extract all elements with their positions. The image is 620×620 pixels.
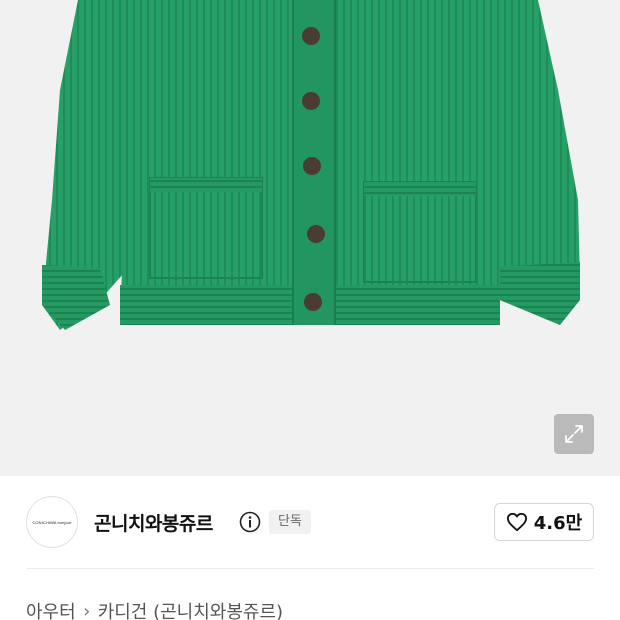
heart-icon	[506, 512, 527, 532]
like-button[interactable]: 4.6만	[494, 503, 594, 541]
exclusive-badge: 단독	[269, 510, 311, 534]
like-count: 4.6만	[533, 513, 583, 534]
expand-icon	[565, 425, 583, 443]
breadcrumb-item-outer[interactable]: 아우터	[26, 598, 76, 620]
brand-name[interactable]: 곤니치와봉쥬르	[94, 509, 213, 536]
chevron-right-icon: ›	[83, 600, 91, 620]
brand-row: CONICHIWA bonjour 곤니치와봉쥬르 단독 4.6만	[0, 476, 620, 568]
breadcrumb-item-cardigan[interactable]: 카디건 (곤니치와봉쥬르)	[98, 598, 283, 620]
breadcrumb: 아우터 › 카디건 (곤니치와봉쥬르)	[26, 598, 283, 620]
divider	[26, 568, 594, 569]
cardigan-photo	[0, 0, 620, 476]
info-icon[interactable]	[239, 511, 261, 533]
product-image[interactable]	[0, 0, 620, 476]
brand-logo-text: CONICHIWA bonjour	[32, 519, 72, 525]
expand-image-button[interactable]	[554, 414, 594, 454]
brand-logo[interactable]: CONICHIWA bonjour	[26, 496, 78, 548]
